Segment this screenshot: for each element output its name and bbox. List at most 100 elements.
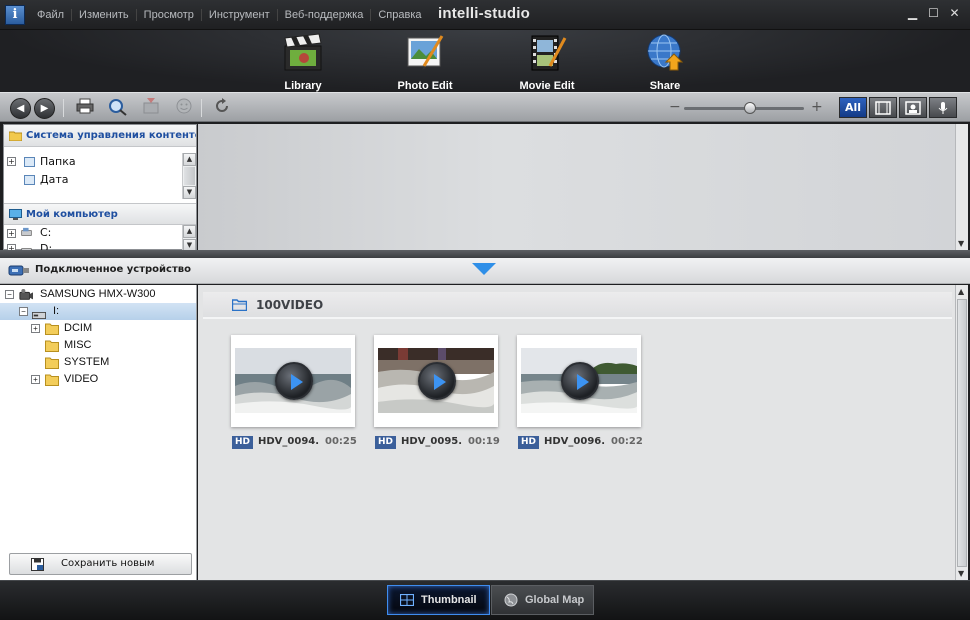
scroll-thumb[interactable] (957, 299, 967, 567)
collapse-panel-icon[interactable] (472, 263, 496, 275)
toolbar-separator (63, 99, 64, 117)
device-name: SAMSUNG HMX-W300 (40, 288, 156, 300)
folder-label: SYSTEM (64, 356, 110, 368)
drive-node-selected[interactable]: − I: (0, 303, 196, 320)
save-new-label: Сохранить новым (61, 558, 155, 569)
tree-item-folder[interactable]: + Папка (4, 153, 196, 171)
import-button[interactable] (140, 98, 162, 118)
filter-video-button[interactable] (869, 97, 897, 118)
zoom-out-button[interactable]: − (669, 99, 681, 115)
refresh-icon (216, 98, 228, 112)
menu-web-support[interactable]: Веб-поддержка (278, 9, 372, 21)
expand-icon[interactable]: + (31, 375, 40, 384)
hd-badge: HD (518, 436, 539, 449)
play-icon[interactable] (275, 362, 313, 400)
back-button[interactable]: ◀ (10, 98, 31, 119)
search-icon (109, 99, 127, 116)
content-list-scrollbar[interactable]: ▲ ▼ (182, 153, 196, 199)
scroll-down-icon[interactable]: ▼ (958, 569, 964, 578)
collapse-icon[interactable]: − (5, 290, 14, 299)
folder-header: 100VIDEO (203, 292, 952, 319)
video-thumbnail[interactable] (374, 335, 498, 427)
tree-item-date[interactable]: Дата (4, 171, 196, 189)
drive-icon (21, 227, 32, 236)
file-name: HDV_0095. (401, 436, 463, 447)
hd-badge: HD (375, 436, 396, 449)
refresh-button[interactable] (211, 98, 233, 118)
folder-node-dcim[interactable]: + DCIM (0, 320, 196, 337)
zoom-slider-handle[interactable] (744, 102, 756, 114)
toolbar-separator (201, 99, 202, 117)
window-controls: ▁ ☐ ✕ (905, 6, 962, 21)
scroll-thumb[interactable] (184, 167, 195, 185)
menu-view[interactable]: Просмотр (137, 9, 202, 21)
scroll-up-icon[interactable]: ▲ (958, 287, 964, 296)
expand-icon[interactable]: + (7, 229, 16, 238)
menu-tools[interactable]: Инструмент (202, 9, 278, 21)
thumbnail-caption: HD HDV_0094. 00:25 (232, 436, 362, 450)
pane-divider[interactable] (0, 250, 970, 258)
globe-share-icon (644, 32, 686, 72)
search-button[interactable] (107, 98, 129, 118)
scroll-down-icon[interactable]: ▼ (958, 239, 964, 248)
global-map-button[interactable]: Global Map (491, 585, 594, 615)
thumbnail-scrollbar[interactable]: ▲ ▼ (955, 285, 968, 580)
nav-share[interactable]: Share (620, 32, 710, 92)
menu-help[interactable]: Справка (371, 9, 428, 21)
nav-photo-edit[interactable]: Photo Edit (380, 32, 470, 92)
menu-edit[interactable]: Изменить (72, 9, 137, 21)
film-icon (875, 101, 891, 115)
library-scrollbar[interactable]: ▼ (955, 124, 968, 250)
thumbnail-view-label: Thumbnail (421, 594, 477, 606)
device-node[interactable]: − SAMSUNG HMX-W300 (0, 286, 196, 303)
video-thumbnail[interactable] (517, 335, 641, 427)
scroll-down-icon[interactable]: ▼ (183, 186, 196, 199)
folder-node-video[interactable]: + VIDEO (0, 371, 196, 388)
maximize-button[interactable]: ☐ (926, 6, 941, 21)
film-edit-icon (526, 32, 568, 72)
mic-icon (938, 102, 948, 114)
menu-file[interactable]: Файл (30, 9, 73, 21)
video-preview (378, 348, 494, 413)
expand-icon[interactable]: + (7, 157, 16, 166)
title-bar: i Файл Изменить Просмотр Инструмент Веб-… (0, 0, 970, 30)
minimize-button[interactable]: ▁ (905, 6, 920, 21)
expand-icon[interactable]: + (31, 324, 40, 333)
drive-list-scrollbar[interactable]: ▲ ▼ (182, 225, 196, 253)
collapse-icon[interactable]: − (19, 307, 28, 316)
my-computer-header[interactable]: Мой компьютер (4, 203, 196, 225)
close-button[interactable]: ✕ (947, 6, 962, 21)
filter-all-button[interactable]: All (839, 97, 867, 118)
printer-icon (76, 98, 94, 114)
duration: 00:22 (611, 436, 643, 447)
forward-button[interactable]: ▶ (34, 98, 55, 119)
folder-node-system[interactable]: SYSTEM (0, 354, 196, 371)
tree-item-label: Дата (40, 173, 69, 186)
scroll-up-icon[interactable]: ▲ (183, 225, 196, 238)
play-icon[interactable] (418, 362, 456, 400)
app-icon[interactable]: i (5, 5, 25, 25)
save-new-button[interactable]: Сохранить новым (9, 553, 192, 575)
video-thumbnail[interactable] (231, 335, 355, 427)
connected-device-title: Подключенное устройство (35, 264, 191, 275)
device-tree-panel: − SAMSUNG HMX-W300 − I: + DCIM MISC SYST… (0, 285, 197, 580)
nav-library[interactable]: Library (258, 22, 348, 92)
thumbnail-view-button[interactable]: Thumbnail (387, 585, 490, 615)
hd-badge: HD (232, 436, 253, 449)
face-button[interactable] (173, 98, 195, 118)
nav-movie-edit[interactable]: Movie Edit (502, 32, 592, 92)
file-name: HDV_0094. (258, 436, 320, 447)
filter-photo-button[interactable] (899, 97, 927, 118)
zoom-in-button[interactable]: + (811, 99, 823, 115)
filter-audio-button[interactable] (929, 97, 957, 118)
print-button[interactable] (74, 98, 96, 118)
nav-photo-edit-label: Photo Edit (397, 80, 453, 92)
folder-label: DCIM (64, 322, 93, 334)
calendar-icon (24, 175, 35, 185)
globe-icon (504, 593, 518, 607)
drive-item-c[interactable]: + C: (4, 225, 196, 241)
scroll-up-icon[interactable]: ▲ (183, 153, 196, 166)
play-icon[interactable] (561, 362, 599, 400)
content-management-header[interactable]: Система управления контентом (4, 125, 196, 147)
folder-node-misc[interactable]: MISC (0, 337, 196, 354)
